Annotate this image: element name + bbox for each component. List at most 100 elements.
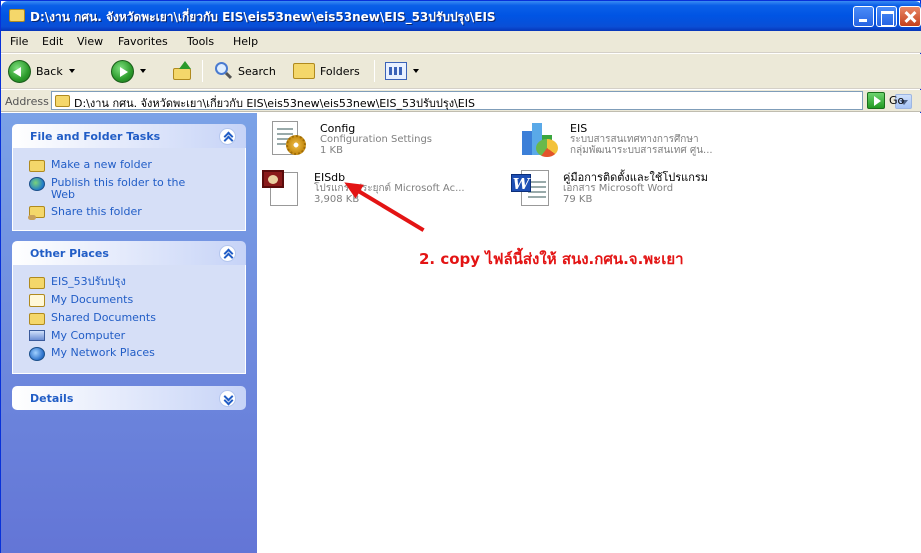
place-label: Shared Documents <box>51 311 156 324</box>
task-pane: File and Folder Tasks Make a new folder … <box>1 113 257 553</box>
go-label: Go <box>889 94 905 107</box>
up-folder-button[interactable] <box>171 56 193 86</box>
file-name: EIS <box>570 122 588 135</box>
menu-edit[interactable]: Edit <box>42 35 63 48</box>
folder-icon <box>55 95 70 107</box>
publish-web-icon <box>29 177 45 191</box>
place-my-computer[interactable]: My Computer <box>13 327 245 344</box>
back-button[interactable]: Back <box>8 56 75 86</box>
panel-header[interactable]: File and Folder Tasks <box>12 124 246 148</box>
explorer-window: D:\งาน กศน. จังหวัดพะเยา\เกี่ยวกับ EIS\e… <box>0 0 921 553</box>
expand-icon[interactable] <box>219 390 236 407</box>
go-button[interactable]: Go <box>867 92 904 109</box>
task-share-folder[interactable]: Share this folder <box>13 203 245 220</box>
menu-favorites[interactable]: Favorites <box>118 35 168 48</box>
details-panel: Details <box>12 386 246 410</box>
close-button[interactable] <box>899 6 921 27</box>
file-description: ระบบสารสนเทศทางการศึกษา <box>570 134 699 145</box>
network-places-icon <box>29 347 45 361</box>
address-label: Address <box>5 95 49 108</box>
address-path: D:\งาน กศน. จังหวัดพะเยา\เกี่ยวกับ EIS\e… <box>74 97 475 110</box>
address-bar: Address D:\งาน กศน. จังหวัดพะเยา\เกี่ยวก… <box>1 90 921 112</box>
file-list: Config Configuration Settings 1 KB EIS ร… <box>257 113 921 553</box>
forward-button[interactable] <box>111 56 146 86</box>
config-settings-icon <box>266 119 312 163</box>
file-name: EISdb <box>314 171 346 184</box>
panel-body: Make a new folder Publish this folder to… <box>12 148 246 231</box>
task-publish-folder[interactable]: Publish this folder to the Web <box>13 174 245 203</box>
other-places-panel: Other Places EIS_53ปรับปรุง My Documents… <box>12 241 246 374</box>
address-input[interactable]: D:\งาน กศน. จังหวัดพะเยา\เกี่ยวกับ EIS\e… <box>51 91 912 110</box>
file-type: Configuration Settings <box>320 134 433 145</box>
collapse-icon[interactable] <box>219 245 236 262</box>
file-name: Config <box>320 122 356 135</box>
task-label: Make a new folder <box>51 158 152 171</box>
task-label: Publish this folder to the Web <box>51 176 186 201</box>
place-label: My Documents <box>51 293 134 306</box>
toolbar: Back Search Folders <box>1 54 921 89</box>
panel-title: Other Places <box>30 247 109 260</box>
menu-view[interactable]: View <box>77 35 103 48</box>
toolbar-separator <box>202 60 203 82</box>
my-computer-icon <box>29 330 45 341</box>
file-type: เอกสาร Microsoft Word <box>563 183 674 194</box>
panel-title: File and Folder Tasks <box>30 130 161 143</box>
file-item-config[interactable]: Config Configuration Settings 1 KB <box>266 119 432 163</box>
new-folder-icon <box>29 160 45 172</box>
file-item-eis[interactable]: EIS ระบบสารสนเทศทางการศึกษา กลุ่มพัฒนาระ… <box>516 119 713 163</box>
search-label: Search <box>238 64 276 78</box>
file-folder-tasks-panel: File and Folder Tasks Make a new folder … <box>12 124 246 231</box>
file-size: 3,908 KB <box>314 194 360 205</box>
back-arrow-icon <box>8 59 31 83</box>
file-company: กลุ่มพัฒนาระบบสารสนเทศ ศูน... <box>570 145 713 156</box>
file-item-eisdb[interactable]: EISdb โปรแกรมประยุกต์ Microsoft Ac... 3,… <box>260 168 465 212</box>
shared-documents-icon <box>29 313 45 325</box>
place-eis-53[interactable]: EIS_53ปรับปรุง <box>13 273 245 291</box>
folders-icon <box>293 63 315 79</box>
place-shared-documents[interactable]: Shared Documents <box>13 309 245 327</box>
task-make-new-folder[interactable]: Make a new folder <box>13 156 245 174</box>
maximize-button[interactable] <box>876 6 897 27</box>
minimize-button[interactable] <box>853 6 874 27</box>
file-size: 79 KB <box>563 194 593 205</box>
title-bar[interactable]: D:\งาน กศน. จังหวัดพะเยา\เกี่ยวกับ EIS\e… <box>1 1 921 31</box>
folders-button[interactable]: Folders <box>293 56 360 86</box>
panel-title: Details <box>30 392 74 405</box>
panel-body: EIS_53ปรับปรุง My Documents Shared Docum… <box>12 265 246 374</box>
search-button[interactable]: Search <box>213 56 276 86</box>
chart-app-icon <box>516 119 562 163</box>
up-folder-icon <box>171 61 193 81</box>
place-my-documents[interactable]: My Documents <box>13 291 245 309</box>
back-dropdown-icon[interactable] <box>68 69 75 73</box>
views-button[interactable] <box>385 56 419 86</box>
place-my-network-places[interactable]: My Network Places <box>13 344 245 363</box>
word-document-icon: W <box>509 168 555 212</box>
place-label: My Network Places <box>51 346 155 359</box>
share-folder-icon <box>28 206 45 220</box>
views-icon <box>385 62 407 80</box>
window-title: D:\งาน กศน. จังหวัดพะเยา\เกี่ยวกับ EIS\e… <box>30 10 496 24</box>
menu-file[interactable]: File <box>10 35 28 48</box>
task-label: Share this folder <box>51 205 142 218</box>
annotation-text: 2. copy ไฟล์นี้ส่งให้ สนง.กศน.จ.พะเยา <box>419 250 684 268</box>
toolbar-separator <box>374 60 375 82</box>
back-label: Back <box>36 64 63 78</box>
file-item-manual[interactable]: W คู่มือการติดตั้งและใช้โปรแกรม เอกสาร M… <box>509 168 708 212</box>
access-database-icon <box>260 168 306 212</box>
folder-icon <box>9 9 25 22</box>
panel-header[interactable]: Other Places <box>12 241 246 265</box>
file-size: 1 KB <box>320 145 343 156</box>
go-arrow-icon <box>867 92 885 109</box>
menu-help[interactable]: Help <box>233 35 258 48</box>
menu-bar: File Edit View Favorites Tools Help <box>1 31 921 81</box>
place-label: My Computer <box>51 329 126 342</box>
my-documents-icon <box>29 294 45 307</box>
menu-tools[interactable]: Tools <box>187 35 214 48</box>
views-dropdown-icon[interactable] <box>413 69 419 73</box>
forward-dropdown-icon[interactable] <box>140 69 146 73</box>
panel-header[interactable]: Details <box>12 386 246 410</box>
search-icon <box>213 61 233 81</box>
file-name: คู่มือการติดตั้งและใช้โปรแกรม <box>563 171 709 184</box>
collapse-icon[interactable] <box>219 128 236 145</box>
folder-icon <box>29 277 45 289</box>
